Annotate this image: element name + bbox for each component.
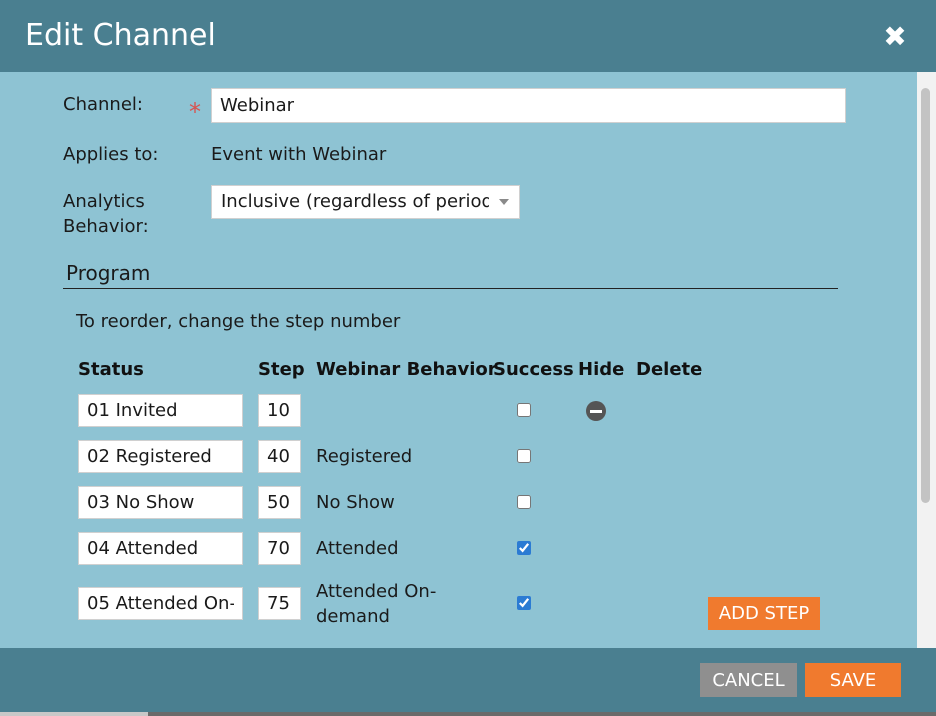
close-icon[interactable]: ✖ <box>880 22 910 52</box>
success-checkbox-row4[interactable] <box>517 541 531 555</box>
chevron-down-icon <box>499 199 509 205</box>
program-divider <box>63 288 838 289</box>
required-asterisk: * <box>189 98 201 126</box>
channel-input[interactable] <box>211 88 846 123</box>
status-input-row4[interactable] <box>78 532 243 565</box>
step-input-row5[interactable] <box>258 587 301 620</box>
reorder-hint: To reorder, change the step number <box>76 311 401 332</box>
success-checkbox-row2[interactable] <box>517 449 531 463</box>
applies-to-label: Applies to: <box>63 144 159 165</box>
program-section-title: Program <box>66 261 151 285</box>
header-webinar-behavior: Webinar Behavior <box>316 359 497 380</box>
step-input-row2[interactable] <box>258 440 301 473</box>
status-input-row5[interactable] <box>78 587 243 620</box>
status-input-row2[interactable] <box>78 440 243 473</box>
dialog-title: Edit Channel <box>25 18 216 53</box>
minus-circle-icon[interactable] <box>586 401 606 421</box>
edit-channel-dialog: Edit Channel ✖ Channel: * Applies to: Ev… <box>0 0 936 716</box>
webinar-behavior-row4: Attended <box>316 538 399 559</box>
webinar-behavior-row5-line1: Attended On- <box>316 581 437 602</box>
step-input-row3[interactable] <box>258 486 301 519</box>
save-button[interactable]: SAVE <box>805 663 901 697</box>
header-step: Step <box>258 359 305 380</box>
cancel-button[interactable]: CANCEL <box>700 663 797 697</box>
status-input-row3[interactable] <box>78 486 243 519</box>
header-status: Status <box>78 359 144 380</box>
webinar-behavior-row3: No Show <box>316 492 395 513</box>
analytics-behavior-select[interactable]: Inclusive (regardless of period cc <box>211 185 520 219</box>
success-checkbox-row5[interactable] <box>517 596 531 610</box>
scrollbar-thumb[interactable] <box>921 88 930 503</box>
step-input-row1[interactable] <box>258 394 301 427</box>
webinar-behavior-row2: Registered <box>316 446 413 467</box>
add-step-button[interactable]: ADD STEP <box>708 597 820 630</box>
header-success: Success <box>493 359 574 380</box>
bottom-edge-highlight <box>0 712 148 716</box>
status-input-row1[interactable] <box>78 394 243 427</box>
header-hide: Hide <box>578 359 625 380</box>
analytics-behavior-label-line1: Analytics <box>63 191 145 212</box>
dialog-title-bar: Edit Channel ✖ <box>0 0 936 72</box>
success-checkbox-row1[interactable] <box>517 403 531 417</box>
success-checkbox-row3[interactable] <box>517 495 531 509</box>
analytics-behavior-value: Inclusive (regardless of period cc <box>221 191 489 212</box>
channel-label: Channel: <box>63 94 143 115</box>
applies-to-value: Event with Webinar <box>211 144 387 165</box>
analytics-behavior-label-line2: Behavior: <box>63 216 149 237</box>
webinar-behavior-row5-line2: demand <box>316 606 390 627</box>
dialog-footer: CANCEL SAVE <box>0 648 936 712</box>
header-delete: Delete <box>636 359 703 380</box>
step-input-row4[interactable] <box>258 532 301 565</box>
